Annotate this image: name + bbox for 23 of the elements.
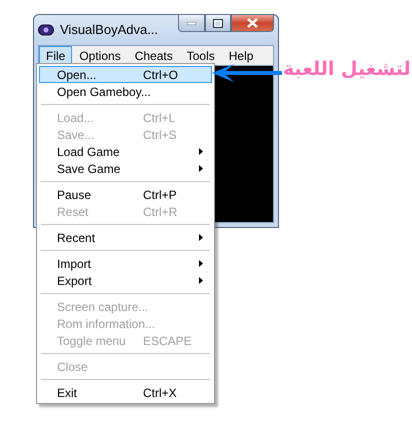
menu-bar-item[interactable]: Help [222,46,260,65]
menu-bar-item[interactable]: Cheats [128,46,180,65]
annotation-text: لتشغيل اللعبة [283,58,411,80]
menu-item[interactable]: Pause Ctrl+P [39,186,212,203]
minimize-icon [187,22,196,24]
menu-bar-item[interactable]: Tools [180,46,222,65]
menu-bar-item[interactable]: Options [72,46,128,65]
menu-item[interactable]: Export [39,272,212,289]
menu-item[interactable]: Save Game [39,160,212,177]
menu-item[interactable]: Import [39,255,212,272]
minimize-button[interactable] [178,14,205,32]
window-title: VisualBoyAdva... [60,22,160,37]
menu-item[interactable]: Exit Ctrl+X [39,384,212,401]
maximize-icon [213,18,223,28]
menu-item[interactable]: Load Game [39,143,212,160]
arrow-icon [212,63,282,83]
menu-item[interactable]: Open... Ctrl+O [39,66,212,83]
close-button[interactable] [231,14,274,32]
menu-bar-item[interactable]: File [39,46,72,65]
menu-item[interactable]: Open Gameboy... [39,83,212,100]
maximize-button[interactable] [205,14,231,32]
close-icon [247,18,258,28]
menu-item[interactable]: Recent [39,229,212,246]
